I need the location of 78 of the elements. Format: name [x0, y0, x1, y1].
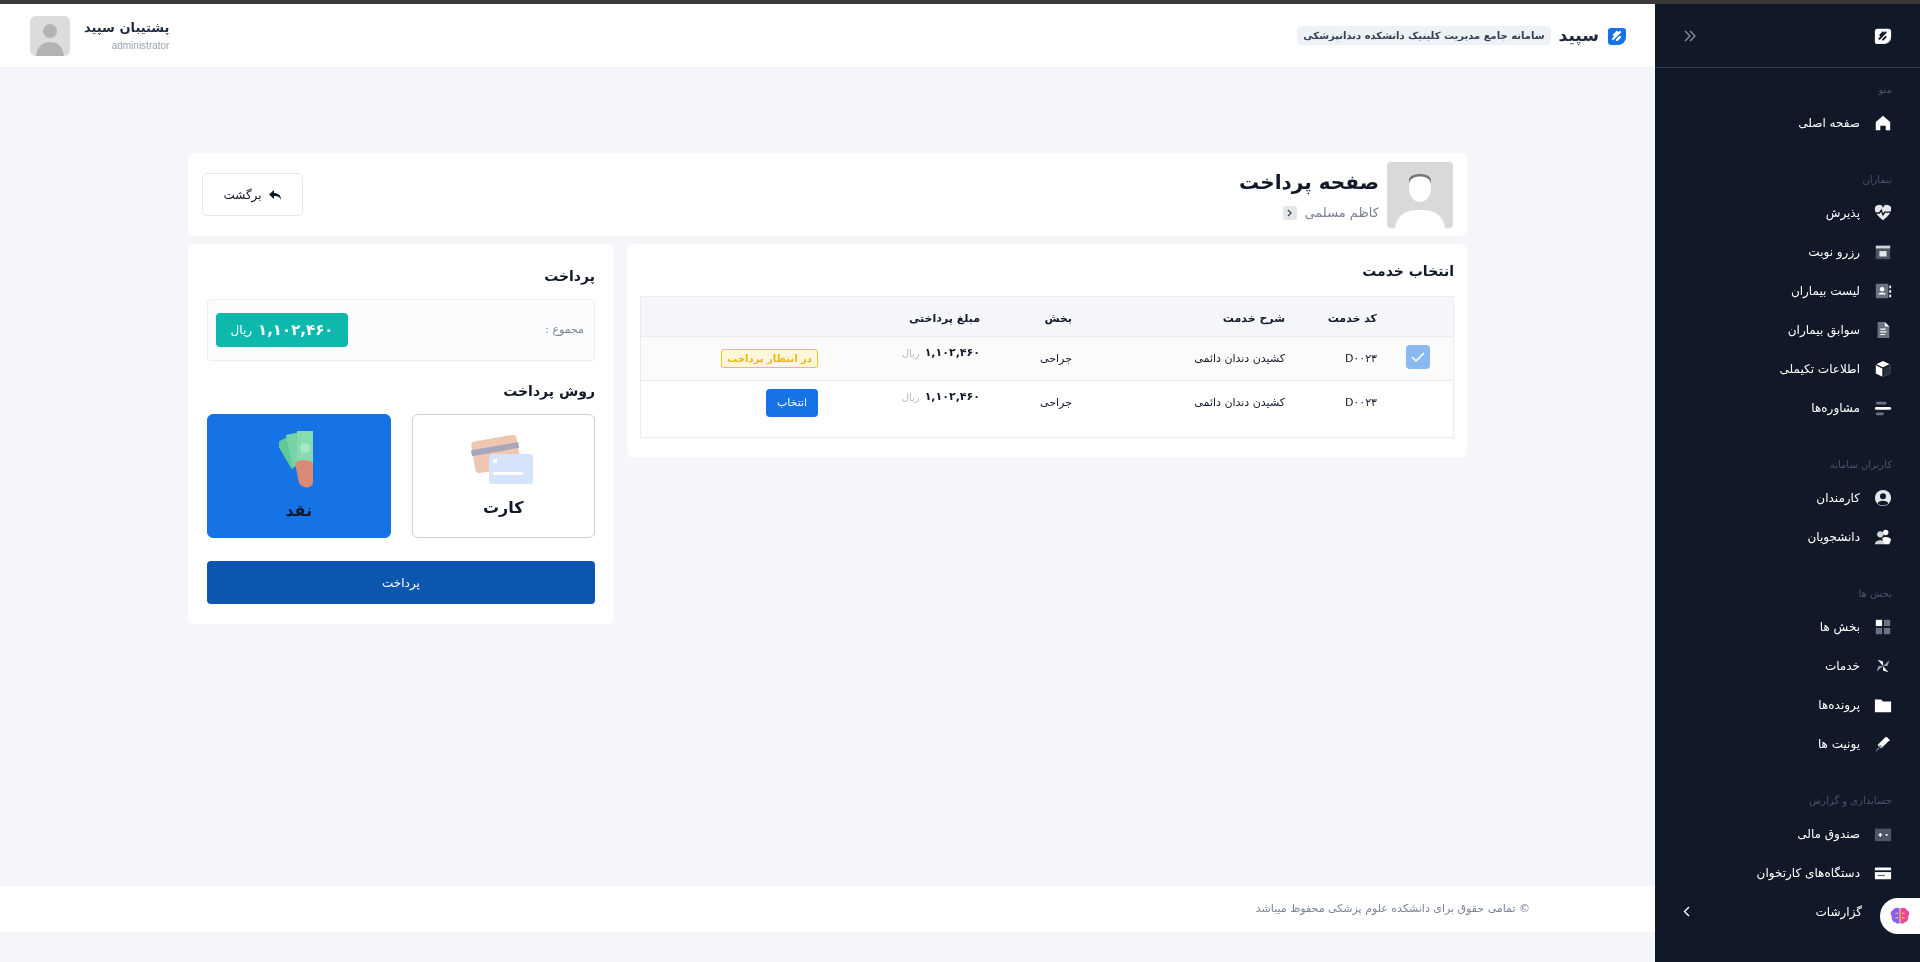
select-button[interactable]: انتخاب — [766, 389, 818, 418]
user-name: پشتیبان سپید — [84, 19, 170, 38]
section-title: انتخاب خدمت — [1361, 262, 1454, 281]
page-title: صفحه پرداخت — [1239, 168, 1379, 197]
back-button[interactable]: برگشت — [202, 173, 303, 216]
status-badge: در انتظار پرداخت — [721, 349, 818, 368]
user-icon — [1874, 488, 1892, 507]
service-code: D۰۰۲۳ — [1344, 396, 1377, 409]
sidebar-item[interactable]: لیست بیماران — [1683, 271, 1892, 310]
sidebar-item[interactable]: رزرو نوبت — [1683, 232, 1892, 271]
copyright-text: © تمامی حقوق برای دانشکده علوم پزشکی محفوظ میباشد — [1255, 900, 1530, 917]
column-header: بخش — [1044, 311, 1072, 325]
sidebar-section-title: حسابداری و گزارش — [1809, 793, 1892, 809]
syringe-icon — [1874, 734, 1892, 753]
section-title: روش پرداخت — [502, 382, 595, 402]
service-description: کشیدن دندان دائمی — [1194, 396, 1285, 409]
sidebar-item[interactable]: دستگاه‌های کارتخوان — [1683, 853, 1892, 892]
sidebar-item[interactable]: یونیت ها — [1683, 724, 1892, 763]
currency-label: ریال — [230, 322, 252, 339]
patient-name: کاظم مسلمی — [1304, 203, 1379, 223]
checkmark-icon — [1411, 352, 1425, 362]
user-role: administrator — [111, 38, 170, 53]
payment-method-option[interactable]: کارت — [411, 414, 595, 538]
sidebar-item[interactable]: کارمندان — [1683, 478, 1892, 517]
column-header: مبلغ پرداختی — [908, 311, 980, 325]
contact-card-icon — [1874, 281, 1892, 300]
double-chevron-icon[interactable] — [1683, 28, 1697, 43]
credit-cards-icon — [471, 432, 536, 486]
column-header: کد خدمت — [1327, 311, 1377, 325]
department-name: جراحی — [1040, 396, 1072, 409]
currency-label: ریال — [901, 346, 920, 361]
sidebar-item[interactable]: سوابق بیماران — [1683, 310, 1892, 349]
users-icon — [1874, 527, 1892, 546]
assistant-button[interactable] — [1880, 898, 1920, 934]
service-code: D۰۰۲۳ — [1344, 352, 1377, 365]
service-description: کشیدن دندان دائمی — [1194, 352, 1285, 365]
sidebar-item[interactable]: اطلاعات تکیملی — [1683, 349, 1892, 388]
sidebar-item[interactable]: خدمات — [1683, 646, 1892, 685]
method-label: نقد — [285, 500, 313, 522]
sidebar-item[interactable]: پرونده‌ها — [1683, 685, 1892, 724]
chevron-icon — [1286, 208, 1293, 217]
amount-text: ۱,۱۰۲,۴۶۰ — [924, 389, 980, 405]
table-row[interactable]: D۰۰۲۳ کشیدن دندان دائمی جراحی ۱,۱۰۲,۴۶۰ ریال در انتظار پرداخت — [641, 337, 1453, 381]
sidebar-item[interactable]: بخش ها — [1683, 607, 1892, 646]
sidebar-item[interactable]: مشاوره‌ها — [1683, 388, 1892, 427]
sidebar-item[interactable]: صندوق مالی — [1683, 814, 1892, 853]
total-label: مجموع : — [545, 321, 584, 338]
chevron-button[interactable] — [1282, 205, 1297, 220]
sidebar-section-title: کاربران سامانه — [1829, 457, 1892, 472]
sidebar-section-title: منو — [1878, 82, 1892, 97]
heart-pulse-icon — [1874, 203, 1892, 222]
payment-method-option[interactable]: نقد — [207, 414, 391, 538]
logo-icon — [1607, 25, 1627, 46]
method-label: کارت — [482, 497, 524, 519]
sidebar-item[interactable]: پذیرش — [1683, 193, 1892, 232]
column-header: شرح خدمت — [1222, 311, 1285, 325]
sidebar-item[interactable]: دانشجویان — [1683, 517, 1892, 556]
section-title: پرداخت — [543, 267, 595, 287]
sidebar-item[interactable]: صفحه اصلی — [1683, 103, 1892, 142]
patient-avatar — [1387, 161, 1453, 228]
sidebar-item[interactable]: گزارشات — [1683, 892, 1862, 931]
department-name: جراحی — [1040, 352, 1072, 365]
grid-icon — [1874, 617, 1892, 636]
currency-label: ریال — [901, 390, 920, 405]
brain-icon — [1890, 907, 1910, 925]
amount-text: ۱,۱۰۲,۴۶۰ — [924, 345, 980, 361]
system-badge: سامانه جامع مدیریت کلینیک دانشکده دندانپزشکی — [1297, 26, 1551, 45]
cube-icon — [1874, 359, 1892, 378]
checkbox[interactable] — [1406, 345, 1430, 369]
reply-arrow-icon — [267, 188, 282, 201]
chevron-icon[interactable] — [1683, 906, 1690, 917]
brand-name: سپید — [1558, 23, 1599, 48]
sidebar-section-title: بیماران — [1862, 172, 1892, 187]
sidebar-section-title: بخش ها — [1858, 586, 1892, 601]
total-amount: ۱,۱۰۲,۴۶۰ — [258, 319, 334, 341]
pay-button[interactable]: پرداخت — [207, 561, 595, 604]
logo-icon — [1874, 26, 1892, 45]
home-icon — [1874, 113, 1892, 132]
